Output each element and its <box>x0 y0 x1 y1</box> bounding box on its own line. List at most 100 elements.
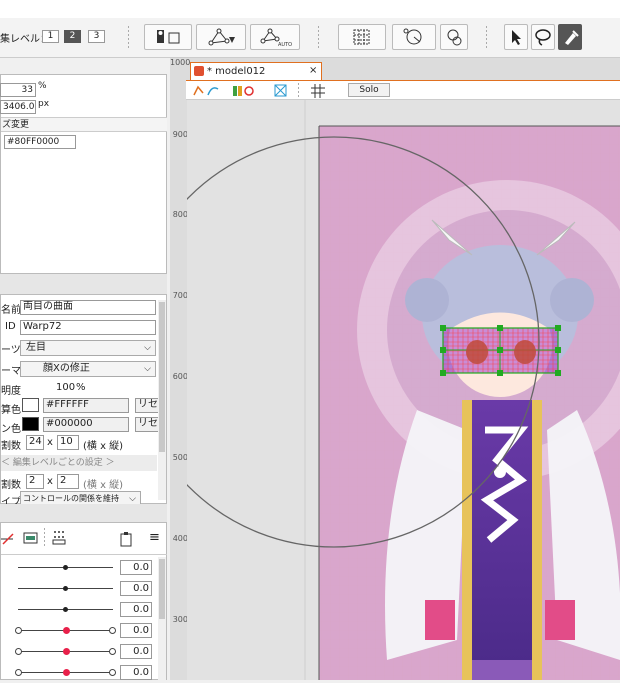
mesh-visibility-icon[interactable] <box>274 83 288 99</box>
keyframe-circle[interactable] <box>15 627 22 634</box>
multiply-color-label: 算色 <box>1 405 21 416</box>
ruler-label: 1000 <box>170 58 191 67</box>
scrollbar-thumb[interactable] <box>159 559 165 619</box>
deformer-tools-button[interactable] <box>144 24 192 50</box>
deformer-visibility-icon[interactable] <box>192 83 222 99</box>
division-x-input[interactable]: 24 <box>26 435 44 450</box>
film-icon[interactable] <box>23 530 39 546</box>
arrow-tool-button[interactable] <box>504 24 528 50</box>
slider-knob-active[interactable] <box>63 648 70 655</box>
parts-value: 左目 <box>26 342 46 353</box>
parameter-row: 0.0 <box>1 578 153 599</box>
title-bar-strip <box>0 0 620 18</box>
tab-title: * model012 <box>207 66 266 77</box>
parameter-row: 0.0 <box>1 557 153 578</box>
type-value: コントロールの関係を維持 <box>23 494 119 503</box>
division2-x-input[interactable]: 2 <box>26 474 44 489</box>
inspector-scrollbar[interactable] <box>158 300 166 500</box>
parts-label: ーツ <box>1 345 21 356</box>
slider-knob-active[interactable] <box>63 669 70 676</box>
slider-knob[interactable] <box>63 586 68 591</box>
parameter-value-input[interactable]: 0.0 <box>120 602 152 617</box>
keyframe-circle[interactable] <box>15 648 22 655</box>
parts-select[interactable]: 左目 ⌵ <box>20 340 156 356</box>
ruler-label: 600 <box>172 372 188 381</box>
slider-knob-active[interactable] <box>63 627 70 634</box>
division-y-input[interactable]: 10 <box>57 435 79 450</box>
multiply-color-input[interactable]: #FFFFFF <box>43 398 129 413</box>
glue-tool-button[interactable] <box>440 24 468 50</box>
parameter-value-input[interactable]: 0.0 <box>120 581 152 596</box>
mesh-grid-icon <box>353 29 370 45</box>
ruler-label: 500 <box>172 453 188 462</box>
name-input[interactable]: 両目の曲面 <box>20 300 156 315</box>
ruler-label: 900 <box>172 130 188 139</box>
edit-level-section: ＜ 編集レベルごとの設定 ＞ <box>1 455 157 471</box>
mesh-grid-button[interactable] <box>338 24 386 50</box>
lasso-icon <box>535 29 551 46</box>
keyframe-circle[interactable] <box>109 669 116 676</box>
lasso-tool-button[interactable] <box>531 24 555 50</box>
id-input[interactable]: Warp72 <box>20 320 156 335</box>
parameter-group-icon[interactable] <box>52 529 68 547</box>
edit-level-1-button[interactable]: 1 <box>42 30 59 43</box>
brush-tool-button[interactable] <box>558 24 582 50</box>
auto-mesh-button[interactable]: AUTO <box>250 24 300 50</box>
division-label: 割数 <box>1 441 21 452</box>
parameter-row: 0.0 <box>1 599 153 620</box>
parameter-value-input[interactable]: 0.0 <box>120 560 152 575</box>
ruler-label: 700 <box>172 291 188 300</box>
tool-properties-panel: 33 % 3406.0 px ズ変更 #80FF0000 <box>0 74 167 274</box>
grid-icon[interactable] <box>310 83 326 99</box>
opacity-value[interactable]: 100 <box>56 382 75 393</box>
hamburger-menu-icon[interactable]: ≡ <box>149 530 160 545</box>
rotation-icon <box>403 28 422 45</box>
scrollbar-thumb[interactable] <box>159 302 165 452</box>
screen-color-input[interactable]: #000000 <box>43 417 129 432</box>
key-delete-icon[interactable] <box>1 531 17 547</box>
parameter-value-input[interactable]: 0.0 <box>120 623 152 638</box>
toolbar-separator <box>298 83 299 99</box>
toolbar-separator <box>44 528 45 548</box>
division2-x-sep: x <box>47 476 53 487</box>
solo-button[interactable]: Solo <box>348 83 390 97</box>
parameter-value-input[interactable]: 0.0 <box>120 665 152 680</box>
ruler-label: 300 <box>172 615 188 624</box>
tab-model012[interactable]: * model012 × <box>190 62 322 80</box>
ruler-label: 400 <box>172 534 188 543</box>
canvas-viewport[interactable] <box>187 100 620 680</box>
deformer-icon <box>157 30 180 44</box>
panel-gap <box>0 274 167 294</box>
keyframe-circle[interactable] <box>15 669 22 676</box>
chevron-down-icon: ⌵ <box>144 364 151 374</box>
edit-level-3-button[interactable]: 3 <box>88 30 105 43</box>
toolbar-separator <box>128 26 129 48</box>
opacity-input[interactable]: 33 <box>0 83 36 97</box>
multiply-color-swatch[interactable] <box>22 398 39 412</box>
tab-close-icon[interactable]: × <box>309 65 317 76</box>
slider-knob[interactable] <box>63 607 68 612</box>
svg-text:AUTO: AUTO <box>278 42 292 48</box>
opacity-unit: % <box>38 81 47 91</box>
inspector-panel: 名前 両目の曲面 ID Warp72 ーツ 左目 ⌵ ーマ 顔Xの修正 ⌵ 明度 1… <box>0 294 167 508</box>
parts-visibility-icon[interactable] <box>232 83 256 99</box>
parent-select[interactable]: 顔Xの修正 ⌵ <box>20 361 156 377</box>
edit-level-2-button[interactable]: 2 <box>64 30 81 43</box>
paste-icon[interactable] <box>119 531 135 547</box>
keyframe-circle[interactable] <box>109 627 116 634</box>
size-input[interactable]: 3406.0 <box>0 100 36 114</box>
vertex-tool-button[interactable] <box>196 24 246 50</box>
parent-value: 顔Xの修正 <box>43 363 90 374</box>
color-input[interactable]: #80FF0000 <box>4 135 76 149</box>
keyframe-circle[interactable] <box>109 648 116 655</box>
parameter-value-input[interactable]: 0.0 <box>120 644 152 659</box>
rotation-deformer-button[interactable] <box>392 24 436 50</box>
parameter-scrollbar[interactable] <box>158 557 166 681</box>
slider-knob[interactable] <box>63 565 68 570</box>
parameter-row: 0.0 <box>1 641 153 662</box>
division2-y-input[interactable]: 2 <box>57 474 79 489</box>
name-label: 名前 <box>1 305 21 316</box>
toolbar-separator <box>486 26 487 48</box>
model-canvas-drawing <box>187 100 620 680</box>
screen-color-swatch[interactable] <box>22 417 39 431</box>
